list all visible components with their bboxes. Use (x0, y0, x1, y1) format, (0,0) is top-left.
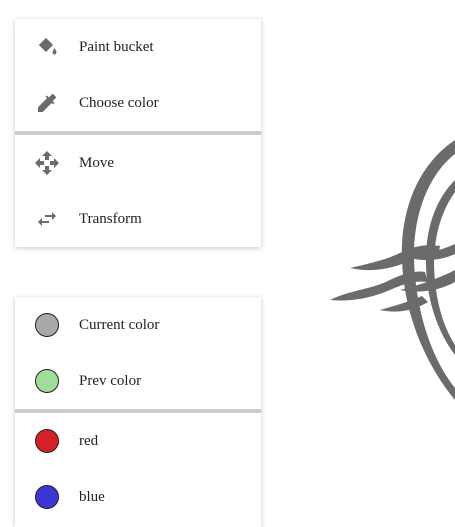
tool-move[interactable]: Move (15, 135, 261, 191)
tool-label: Paint bucket (79, 38, 154, 55)
color-item-prev[interactable]: Prev color (15, 353, 261, 409)
eyedropper-icon (35, 91, 59, 115)
color-label: Prev color (79, 372, 142, 389)
tool-transform[interactable]: Transform (15, 191, 261, 247)
color-label: red (79, 432, 99, 449)
tool-choose-color[interactable]: Choose color (15, 75, 261, 131)
tool-label: Move (79, 154, 114, 171)
canvas-artwork[interactable] (330, 140, 455, 415)
color-swatch (35, 429, 59, 453)
paint-bucket-icon (35, 35, 59, 59)
tool-label: Transform (79, 210, 142, 227)
color-label: Current color (79, 316, 160, 333)
tools-menu: Paint bucket Choose color Move Transform (15, 19, 261, 247)
color-item-current[interactable]: Current color (15, 297, 261, 353)
colors-menu: Current color Prev color red blue (15, 297, 261, 527)
move-icon (35, 151, 59, 175)
color-item-blue[interactable]: blue (15, 469, 261, 525)
tool-paint-bucket[interactable]: Paint bucket (15, 19, 261, 75)
color-swatch (35, 485, 59, 509)
tool-label: Choose color (79, 94, 159, 111)
color-swatch (35, 313, 59, 337)
swap-arrows-icon (35, 207, 59, 231)
emblem-graphic (330, 140, 455, 400)
color-swatch (35, 369, 59, 393)
color-item-red[interactable]: red (15, 413, 261, 469)
color-label: blue (79, 488, 105, 505)
